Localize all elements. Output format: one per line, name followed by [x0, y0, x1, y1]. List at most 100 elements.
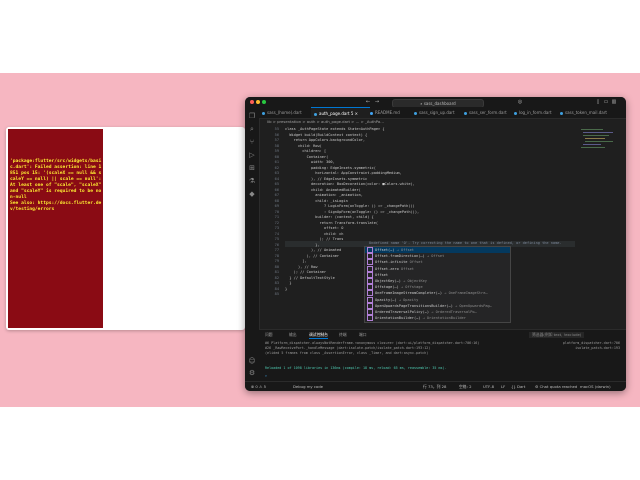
minimap-line — [581, 129, 603, 131]
class-symbol-icon — [367, 309, 373, 315]
code-line: } — [285, 286, 288, 291]
class-symbol-icon — [367, 253, 373, 260]
chat-quota-status[interactable]: ⚙ Chat quota reached — [535, 382, 577, 391]
class-symbol-icon — [367, 290, 373, 297]
search-icon[interactable]: ⌕ — [248, 125, 256, 133]
close-button[interactable] — [250, 100, 254, 104]
tab-sign-up[interactable]: sass_sign_up.dart — [411, 107, 464, 118]
suggestion-label: OrderedTraversalPolicy(…) — [375, 310, 430, 314]
suggestion-label: OpenUpwardsPageTransitionsBuilder(…) — [375, 303, 453, 308]
copilot-icon[interactable]: ◎ — [517, 99, 523, 105]
breadcrumb[interactable]: lib > presentation > auth > auth_page.da… — [259, 118, 607, 125]
status-bar: ⊗ 0 ⚠ 5 Debug my code 行 73，列 28 空格: 2 UT… — [245, 381, 626, 391]
dart-file-icon — [514, 111, 517, 115]
dart-file-icon — [314, 112, 317, 116]
back-arrow-icon[interactable]: ← — [365, 99, 371, 105]
tab-ports[interactable]: 端口 — [359, 332, 367, 338]
class-symbol-icon — [367, 265, 373, 272]
class-symbol-icon — [367, 247, 373, 253]
flutter-icon[interactable]: ◆ — [248, 190, 256, 198]
tab-problems[interactable]: 问题 — [265, 332, 273, 338]
suggestion-label: ObjectKey(…) — [375, 279, 401, 283]
source-control-icon[interactable]: ⑂ — [248, 138, 256, 146]
class-symbol-icon — [367, 259, 373, 266]
minimap-line — [585, 141, 613, 143]
debug-status[interactable]: Debug my code — [293, 382, 323, 391]
explorer-icon[interactable]: ❐ — [248, 112, 256, 120]
tab-home[interactable]: sass_(home).dart — [259, 107, 314, 118]
console-source-link[interactable]: platform_dispatcher.dart:706 — [563, 341, 620, 345]
tab-output[interactable]: 输出 — [289, 332, 297, 338]
minimap-line — [583, 135, 609, 137]
layout-sidebar-icon[interactable]: ▯ — [595, 99, 601, 105]
tab-readme[interactable]: README.md — [367, 107, 414, 118]
suggestion-detail: → OrderedTraversalPo… — [431, 310, 477, 314]
console-prompt-icon[interactable]: > — [265, 374, 267, 378]
dart-file-icon — [560, 111, 563, 115]
suggestion-label: Opacity(…) — [375, 297, 397, 302]
tab-token-mail[interactable]: sass_token_mail.dart — [557, 107, 626, 118]
code-editor[interactable]: 55 class _AuthPageState extends State<Aut… — [259, 125, 577, 335]
class-symbol-icon — [367, 278, 373, 284]
error-message: 'package:flutter/src/widgets/basic.dart'… — [10, 159, 102, 212]
minimap-line — [583, 132, 613, 134]
device-status[interactable]: macOS (darwin) — [580, 382, 611, 391]
markdown-file-icon — [370, 111, 373, 115]
console-filter-input[interactable]: 筛选器(例如 text, !exclude) — [529, 332, 585, 338]
layout-customize-icon[interactable]: ▥ — [611, 99, 617, 105]
tab-log-in-form[interactable]: log_in_form.dart — [511, 107, 560, 118]
suggestion-label: Offset.fromDirection(…) — [375, 254, 425, 259]
console-line: (elided 5 frames from class _AssertionEr… — [265, 351, 429, 355]
problems-status[interactable]: ⊗ 0 ⚠ 5 — [251, 382, 266, 391]
account-icon[interactable]: ☺ — [248, 357, 256, 365]
suggestion-detail: → OneFrameImageStre… — [444, 291, 488, 296]
title-bar: ← → ⌕ sass_dashboard ◎ ▯ ▭ ▥ — [245, 97, 626, 108]
suggestion-label: OneFrameImageStreamCompleter(…) — [375, 291, 443, 296]
console-line: #26 _RawReceivePort._handleMessage (dart… — [265, 346, 431, 350]
tab-terminal[interactable]: 终端 — [339, 332, 347, 338]
suggestion-detail: → Offstage — [400, 285, 423, 290]
class-symbol-icon — [367, 284, 373, 291]
forward-arrow-icon[interactable]: → — [374, 99, 380, 105]
suggestion-detail: → Opacity — [398, 297, 419, 302]
suggestion-detail: Offset — [400, 266, 414, 271]
cursor-position[interactable]: 行 73，列 28 — [423, 382, 446, 391]
run-debug-icon[interactable]: ▷ — [248, 151, 256, 159]
tab-ser-form[interactable]: sass_ser_form.dart — [461, 107, 514, 118]
dart-file-icon — [464, 111, 467, 115]
tab-auth-page[interactable]: auth_page.dart 5 × — [311, 107, 370, 118]
class-symbol-icon — [367, 271, 373, 278]
zoom-button[interactable] — [262, 100, 266, 104]
encoding[interactable]: UTF-8 — [483, 382, 494, 391]
console-source-link[interactable]: isolate_patch.dart:193 — [575, 346, 620, 350]
minimap-line — [585, 138, 605, 140]
suggestion-item[interactable]: OrientationBuilder(…) → OrientationBuild… — [365, 315, 510, 322]
language-mode[interactable]: {} Dart — [511, 382, 525, 391]
suggestion-label: Offset — [375, 272, 388, 277]
autocomplete-suggestions[interactable]: Offset(…) → Offset Offset.fromDirection(…… — [364, 246, 511, 323]
suggestion-detail: → Offset — [426, 254, 445, 259]
class-symbol-icon — [367, 302, 373, 309]
minimap-line — [581, 147, 605, 149]
testing-icon[interactable]: ⚗ — [248, 177, 256, 185]
code-line: } // DefaultTextStyle — [285, 275, 335, 280]
class-symbol-icon — [367, 315, 373, 322]
extensions-icon[interactable]: ⊞ — [248, 164, 256, 172]
suggestion-label: Offset.infinite — [375, 260, 408, 265]
suggestion-label: Offset.zero — [375, 266, 399, 271]
settings-gear-icon[interactable]: ⚙ — [248, 369, 256, 377]
suggestion-detail: Offset — [409, 260, 423, 265]
suggestion-detail: → ObjectKey — [403, 279, 427, 283]
line-number: 85 — [274, 292, 279, 296]
console-reload-line: Reloaded 1 of 1098 libraries in 136ms (c… — [265, 366, 447, 370]
line-ending[interactable]: LF — [501, 382, 505, 391]
indentation[interactable]: 空格: 2 — [459, 382, 472, 391]
vscode-window: ← → ⌕ sass_dashboard ◎ ▯ ▭ ▥ ❐ ⌕ ⑂ ▷ ⊞ ⚗… — [245, 97, 626, 391]
minimap[interactable] — [579, 125, 619, 335]
tab-debug-console[interactable]: 调试控制台 — [309, 332, 328, 339]
minimap-line — [583, 144, 601, 146]
dart-file-icon — [414, 111, 417, 115]
minimize-button[interactable] — [256, 100, 260, 104]
layout-panel-icon[interactable]: ▭ — [603, 99, 609, 105]
suggestion-detail: → OpenUpwardsPag… — [455, 303, 492, 308]
